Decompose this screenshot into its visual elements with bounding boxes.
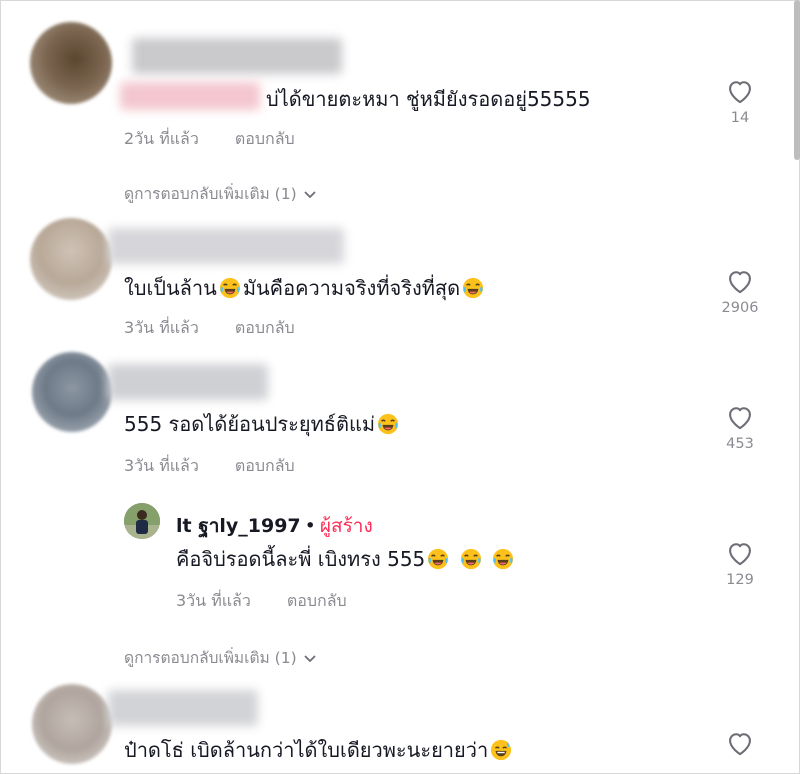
username-blurred xyxy=(120,82,260,110)
chevron-down-icon xyxy=(303,654,316,662)
comment-time: 3วัน ที่แล้ว xyxy=(124,456,199,475)
tears-of-joy-emoji xyxy=(428,548,449,570)
like-button[interactable] xyxy=(710,730,770,756)
tears-of-joy-emoji xyxy=(377,413,399,435)
like-button[interactable]: 129 xyxy=(710,540,770,588)
heart-outline-icon xyxy=(729,733,751,756)
like-count: 453 xyxy=(726,436,754,452)
tears-of-joy-emoji xyxy=(492,548,514,570)
username-blurred[interactable] xyxy=(132,38,342,74)
view-more-label: ดูการตอบกลับเพิ่มเติม (1) xyxy=(124,185,297,203)
reply-button[interactable]: ตอบกลับ xyxy=(287,591,347,610)
comment-meta: 2วัน ที่แล้ว ตอบกลับ xyxy=(124,127,295,152)
like-count: 129 xyxy=(726,572,754,588)
like-count: 14 xyxy=(730,110,750,126)
like-button[interactable]: 2906 xyxy=(710,268,770,316)
creator-reply-text: คือจิบ่รอดนี้ละพี่ เบิงทรง 555 xyxy=(176,546,516,572)
comment-time: 3วัน ที่แล้ว xyxy=(176,591,251,610)
view-more-replies[interactable]: ดูการตอบกลับเพิ่มเติม (1) xyxy=(124,645,317,670)
username-blurred[interactable] xyxy=(108,364,268,400)
reply-button[interactable]: ตอบกลับ xyxy=(235,456,295,475)
username-blurred[interactable] xyxy=(108,228,344,264)
creator-avatar-image xyxy=(124,503,160,539)
scrollbar[interactable] xyxy=(794,0,800,160)
avatar[interactable] xyxy=(30,218,112,300)
avatar[interactable] xyxy=(32,352,112,432)
comment-text: ป๋าดโธ่ เบิดล้านกว่าได้ใบเดียวพะนะยายว่า xyxy=(124,737,514,763)
heart-outline-icon xyxy=(729,407,751,430)
separator: • xyxy=(304,515,316,537)
comment-meta: 3วัน ที่แล้ว ตอบกลับ xyxy=(124,454,295,479)
creator-reply-header: lt ฐาly_1997 • ผู้สร้าง xyxy=(176,511,373,541)
comment-text: ใบเป็นล้าน มันคือความจริงที่จริงที่สุด xyxy=(124,275,486,301)
heart-outline-icon xyxy=(729,271,751,294)
comment-meta: 3วัน ที่แล้ว ตอบกลับ xyxy=(124,316,295,341)
view-more-label: ดูการตอบกลับเพิ่มเติม (1) xyxy=(124,649,297,667)
grinning-sweat-emoji xyxy=(491,739,512,761)
comment-time: 3วัน ที่แล้ว xyxy=(124,318,199,337)
tears-of-joy-emoji xyxy=(463,277,484,299)
comment-text: บ่ได้ขายตะหมา ชู่หมียังรอดอยู่55555 xyxy=(266,87,591,111)
creator-avatar[interactable] xyxy=(124,503,160,539)
like-button[interactable]: 14 xyxy=(710,78,770,126)
tears-of-joy-emoji xyxy=(219,277,240,299)
reply-button[interactable]: ตอบกลับ xyxy=(235,318,295,337)
reply-button[interactable]: ตอบกลับ xyxy=(235,129,295,148)
tears-of-joy-emoji xyxy=(460,548,481,570)
comment-meta: 3วัน ที่แล้ว ตอบกลับ xyxy=(176,589,347,614)
heart-outline-icon xyxy=(729,543,751,566)
creator-badge: ผู้สร้าง xyxy=(319,515,373,537)
like-count: 2906 xyxy=(721,300,759,316)
creator-username[interactable]: lt ฐาly_1997 xyxy=(176,515,301,537)
chevron-down-icon xyxy=(303,190,316,198)
comment-text: 555 รอดได้ย้อนประยุทธ์ติแม่ xyxy=(124,411,401,437)
avatar[interactable] xyxy=(32,684,112,764)
username-blurred[interactable] xyxy=(108,690,258,726)
avatar[interactable] xyxy=(30,22,112,104)
heart-outline-icon xyxy=(729,81,751,104)
comment-time: 2วัน ที่แล้ว xyxy=(124,129,199,148)
like-button[interactable]: 453 xyxy=(710,404,770,452)
view-more-replies[interactable]: ดูการตอบกลับเพิ่มเติม (1) xyxy=(124,181,317,206)
